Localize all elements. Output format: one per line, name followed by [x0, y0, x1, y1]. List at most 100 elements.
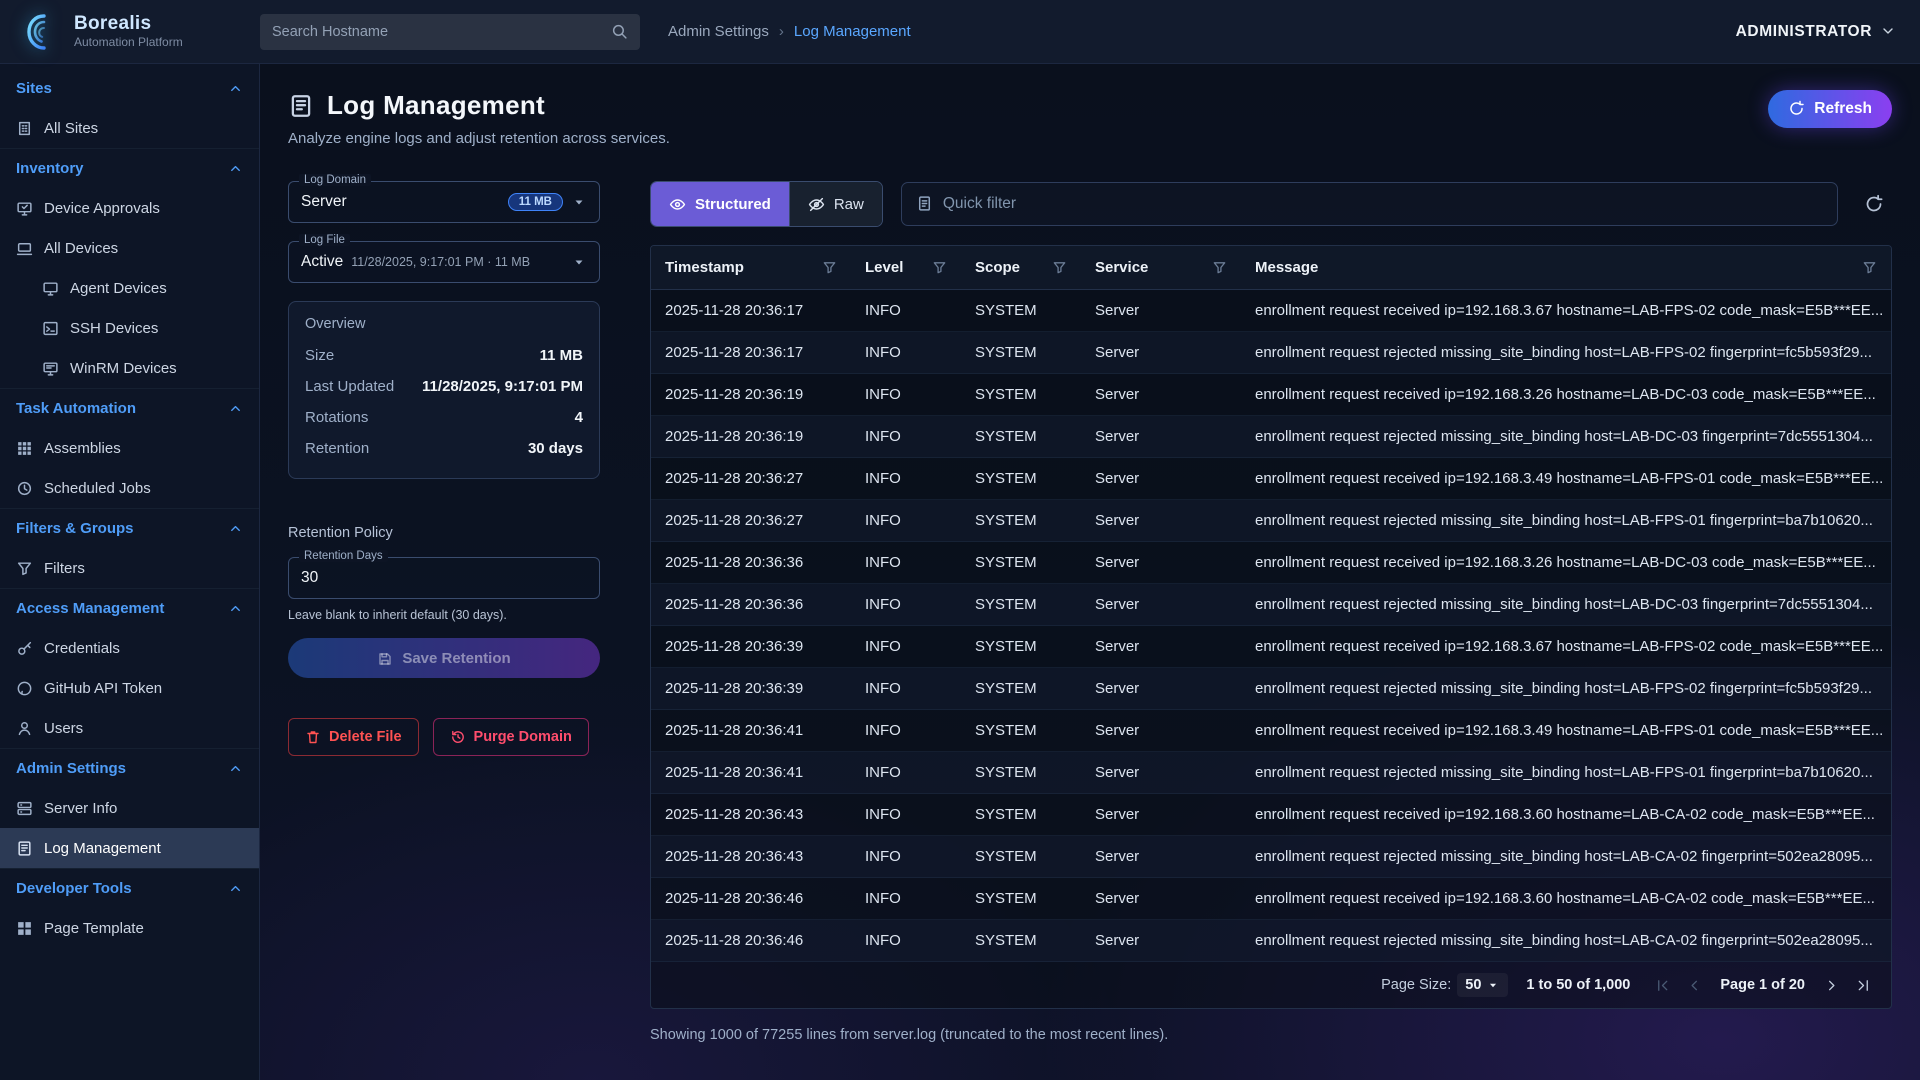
- overview-row-last-updated: Last Updated11/28/2025, 9:17:01 PM: [305, 371, 583, 402]
- column-header-message[interactable]: Message: [1241, 259, 1891, 276]
- sidebar-section-developer-tools[interactable]: Developer Tools: [0, 868, 259, 908]
- view-toggle-structured[interactable]: Structured: [651, 182, 789, 226]
- reload-logs-button[interactable]: [1856, 186, 1892, 222]
- sidebar-item-agent-devices[interactable]: Agent Devices: [0, 268, 259, 308]
- log-file-value: Active: [301, 253, 343, 271]
- log-domain-select[interactable]: Log Domain Server 11 MB: [288, 181, 600, 223]
- sidebar-item-all-devices[interactable]: All Devices: [0, 228, 259, 268]
- log-row[interactable]: 2025-11-28 20:36:43INFOSYSTEMServerenrol…: [651, 794, 1891, 836]
- hostname-search-input[interactable]: [272, 24, 603, 40]
- sidebar-item-log-management[interactable]: Log Management: [0, 828, 259, 868]
- log-row[interactable]: 2025-11-28 20:36:27INFOSYSTEMServerenrol…: [651, 500, 1891, 542]
- quick-filter[interactable]: [901, 182, 1838, 226]
- log-row[interactable]: 2025-11-28 20:36:43INFOSYSTEMServerenrol…: [651, 836, 1891, 878]
- retention-days-field[interactable]: Retention Days: [288, 557, 600, 599]
- breadcrumb-admin-settings[interactable]: Admin Settings: [668, 23, 769, 40]
- github-icon: [16, 680, 33, 697]
- next-page-button[interactable]: [1817, 971, 1845, 999]
- log-file-label: Log File: [299, 234, 350, 246]
- refresh-icon: [1788, 100, 1805, 117]
- log-row[interactable]: 2025-11-28 20:36:46INFOSYSTEMServerenrol…: [651, 878, 1891, 920]
- log-row[interactable]: 2025-11-28 20:36:36INFOSYSTEMServerenrol…: [651, 542, 1891, 584]
- ssh-devices-icon: [42, 320, 59, 337]
- log-row[interactable]: 2025-11-28 20:36:36INFOSYSTEMServerenrol…: [651, 584, 1891, 626]
- log-row[interactable]: 2025-11-28 20:36:27INFOSYSTEMServerenrol…: [651, 458, 1891, 500]
- overview-title: Overview: [305, 316, 583, 332]
- breadcrumb-log-management[interactable]: Log Management: [794, 23, 911, 40]
- column-header-level[interactable]: Level: [851, 259, 961, 276]
- search-icon: [611, 23, 628, 40]
- column-header-scope[interactable]: Scope: [961, 259, 1081, 276]
- sidebar-section-admin-settings[interactable]: Admin Settings: [0, 748, 259, 788]
- log-row[interactable]: 2025-11-28 20:36:17INFOSYSTEMServerenrol…: [651, 332, 1891, 374]
- chevron-up-icon: [228, 81, 243, 96]
- column-header-timestamp[interactable]: Timestamp: [651, 259, 851, 276]
- sidebar-section-task-automation[interactable]: Task Automation: [0, 388, 259, 428]
- log-row[interactable]: 2025-11-28 20:36:17INFOSYSTEMServerenrol…: [651, 290, 1891, 332]
- log-row[interactable]: 2025-11-28 20:36:39INFOSYSTEMServerenrol…: [651, 626, 1891, 668]
- sidebar-item-scheduled-jobs[interactable]: Scheduled Jobs: [0, 468, 259, 508]
- column-header-service[interactable]: Service: [1081, 259, 1241, 276]
- log-row[interactable]: 2025-11-28 20:36:19INFOSYSTEMServerenrol…: [651, 416, 1891, 458]
- sidebar-item-label: All Devices: [44, 240, 118, 257]
- view-toggle-raw[interactable]: Raw: [789, 182, 882, 226]
- eye-icon: [669, 196, 686, 213]
- filter-icon: [16, 560, 33, 577]
- hostname-search[interactable]: [260, 14, 640, 50]
- sidebar-item-label: Device Approvals: [44, 200, 160, 217]
- sidebar-section-inventory[interactable]: Inventory: [0, 148, 259, 188]
- sidebar-item-label: Filters: [44, 560, 85, 577]
- page-size-select[interactable]: 50: [1457, 973, 1508, 997]
- log-row[interactable]: 2025-11-28 20:36:41INFOSYSTEMServerenrol…: [651, 752, 1891, 794]
- device-approvals-icon: [16, 200, 33, 217]
- retention-days-input[interactable]: [301, 569, 587, 587]
- sidebar-item-all-sites[interactable]: All Sites: [0, 108, 259, 148]
- log-table-footer: Page Size: 50 1 to 50 of 1,000 Page 1 of…: [651, 962, 1891, 1008]
- first-page-button[interactable]: [1648, 971, 1676, 999]
- user-icon: [16, 720, 33, 737]
- log-file-select[interactable]: Log File Active 11/28/2025, 9:17:01 PM ·…: [288, 241, 600, 283]
- filter-icon: [822, 260, 837, 275]
- sidebar-item-server-info[interactable]: Server Info: [0, 788, 259, 828]
- sidebar-item-users[interactable]: Users: [0, 708, 259, 748]
- breadcrumb-separator: ›: [779, 23, 784, 40]
- delete-file-button[interactable]: Delete File: [288, 718, 419, 756]
- user-menu[interactable]: ADMINISTRATOR: [1736, 23, 1896, 41]
- chevron-up-icon: [228, 881, 243, 896]
- sidebar-item-assemblies[interactable]: Assemblies: [0, 428, 259, 468]
- sidebar-item-page-template[interactable]: Page Template: [0, 908, 259, 948]
- log-domain-value: Server: [301, 193, 347, 211]
- log-row[interactable]: 2025-11-28 20:36:39INFOSYSTEMServerenrol…: [651, 668, 1891, 710]
- save-retention-button[interactable]: Save Retention: [288, 638, 600, 678]
- filter-icon: [1052, 260, 1067, 275]
- log-controls-panel: Log Domain Server 11 MB Log File Active …: [288, 181, 600, 1080]
- sidebar-item-winrm-devices[interactable]: WinRM Devices: [0, 348, 259, 388]
- previous-page-button[interactable]: [1680, 971, 1708, 999]
- sidebar-item-credentials[interactable]: Credentials: [0, 628, 259, 668]
- brand[interactable]: Borealis Automation Platform: [24, 12, 260, 52]
- filter-icon: [1212, 260, 1227, 275]
- sidebar-item-device-approvals[interactable]: Device Approvals: [0, 188, 259, 228]
- chevron-up-icon: [228, 401, 243, 416]
- scheduled-jobs-icon: [16, 480, 33, 497]
- sidebar-item-filters[interactable]: Filters: [0, 548, 259, 588]
- sidebar-item-label: Users: [44, 720, 83, 737]
- chevron-up-icon: [228, 601, 243, 616]
- brand-name: Borealis: [74, 14, 183, 35]
- last-page-button[interactable]: [1849, 971, 1877, 999]
- sidebar-section-filters-groups[interactable]: Filters & Groups: [0, 508, 259, 548]
- sidebar-section-access-management[interactable]: Access Management: [0, 588, 259, 628]
- quick-filter-input[interactable]: [943, 195, 1823, 213]
- sidebar-item-ssh-devices[interactable]: SSH Devices: [0, 308, 259, 348]
- sidebar-section-label: Inventory: [16, 160, 84, 177]
- sidebar-item-github-api-token[interactable]: GitHub API Token: [0, 668, 259, 708]
- sidebar-section-sites[interactable]: Sites: [0, 68, 259, 108]
- purge-domain-button[interactable]: Purge Domain: [433, 718, 589, 756]
- log-row[interactable]: 2025-11-28 20:36:19INFOSYSTEMServerenrol…: [651, 374, 1891, 416]
- chevron-up-icon: [228, 761, 243, 776]
- log-row[interactable]: 2025-11-28 20:36:41INFOSYSTEMServerenrol…: [651, 710, 1891, 752]
- sidebar: SitesAll Sites Inventory Device Approvals A…: [0, 64, 260, 1080]
- log-row[interactable]: 2025-11-28 20:36:46INFOSYSTEMServerenrol…: [651, 920, 1891, 962]
- sidebar-section-label: Filters & Groups: [16, 520, 134, 537]
- refresh-button[interactable]: Refresh: [1768, 90, 1892, 128]
